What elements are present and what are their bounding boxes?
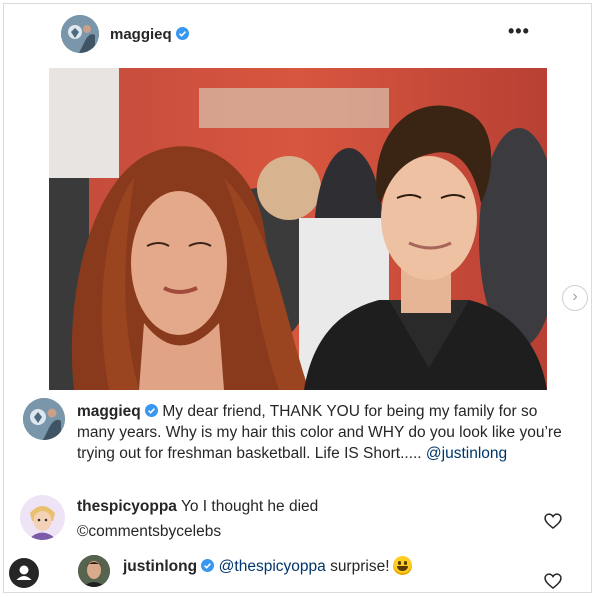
post-photo[interactable] bbox=[49, 68, 547, 390]
reply-text: surprise! bbox=[330, 558, 390, 575]
reply-mention-link[interactable]: @thespicyoppa bbox=[219, 558, 326, 575]
caption-author-avatar[interactable] bbox=[23, 398, 65, 440]
grinning-face-emoji-icon bbox=[392, 556, 412, 575]
caption-mention-link[interactable]: @justinlong bbox=[426, 445, 507, 462]
verified-badge-icon bbox=[201, 559, 215, 572]
commenter-avatar[interactable] bbox=[20, 495, 65, 540]
like-comment-heart-icon[interactable] bbox=[543, 511, 563, 531]
post-author-username[interactable]: maggieq bbox=[110, 26, 172, 43]
more-options-icon[interactable]: ••• bbox=[508, 22, 530, 40]
verified-badge-icon bbox=[176, 27, 189, 40]
user-profile-icon[interactable] bbox=[9, 558, 39, 588]
watermark-credit: ©commentsbycelebs bbox=[77, 523, 222, 540]
verified-badge-icon bbox=[145, 404, 159, 417]
comment-body: thespicyoppa Yo I thought he died bbox=[77, 496, 318, 517]
post-author-avatar[interactable] bbox=[61, 15, 99, 53]
comment-text: Yo I thought he died bbox=[180, 498, 319, 515]
reply-body: justinlong @thespicyoppa surprise! bbox=[123, 556, 412, 577]
caption-username[interactable]: maggieq bbox=[77, 403, 141, 420]
like-reply-heart-icon[interactable] bbox=[543, 571, 563, 591]
reply-author-avatar[interactable] bbox=[78, 555, 110, 587]
reply-username[interactable]: justinlong bbox=[123, 558, 197, 575]
next-photo-chevron-right-icon[interactable]: › bbox=[562, 285, 588, 311]
post-caption: maggieq My dear friend, THANK YOU for be… bbox=[77, 401, 577, 464]
comment-username[interactable]: thespicyoppa bbox=[77, 498, 177, 515]
